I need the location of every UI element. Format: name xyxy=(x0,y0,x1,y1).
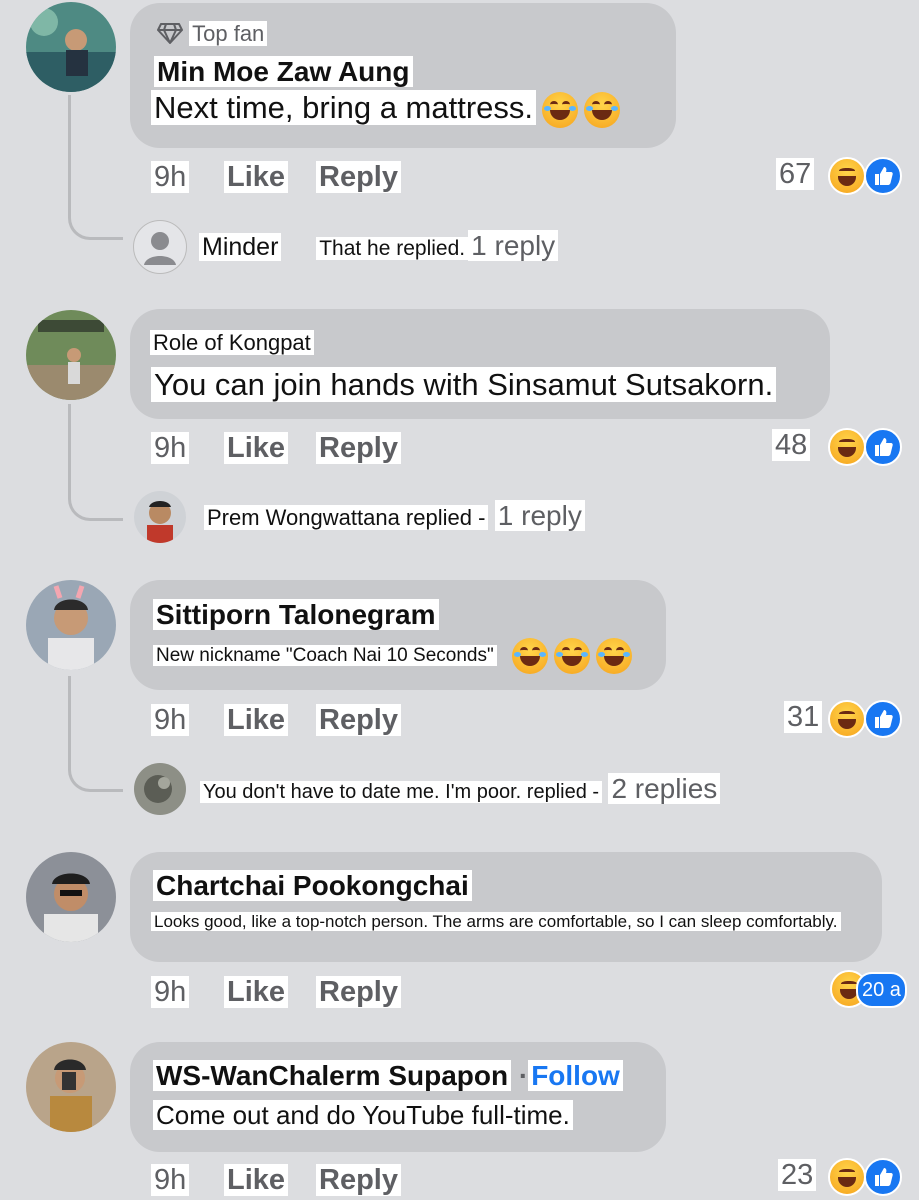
follow-button[interactable]: Follow xyxy=(528,1060,623,1091)
reply-count[interactable]: 2 replies xyxy=(608,773,721,804)
like-reaction-icon xyxy=(864,1158,902,1196)
reply-count[interactable]: 1 reply xyxy=(494,500,585,531)
like-button[interactable]: Like xyxy=(224,432,289,465)
like-button[interactable]: Like xyxy=(224,976,289,1009)
thread-line xyxy=(68,676,123,792)
reaction-count: 20 a xyxy=(856,972,907,1008)
reaction-count: 48 xyxy=(772,429,811,462)
like-reaction-icon xyxy=(864,700,902,738)
reaction-summary[interactable]: 31 xyxy=(784,700,906,740)
avatar[interactable] xyxy=(134,491,186,543)
like-reaction-icon xyxy=(864,157,902,195)
avatar[interactable] xyxy=(26,1042,116,1132)
reply-thread[interactable]: Minder That he replied. 1 reply xyxy=(199,230,559,262)
like-reaction-icon xyxy=(864,428,902,466)
badge-label: Top fan xyxy=(189,21,268,46)
comment-text: Next time, bring a mattress. xyxy=(151,90,621,128)
reply-button[interactable]: Reply xyxy=(316,704,401,737)
top-fan-badge: Top fan xyxy=(157,21,268,50)
reply-thread[interactable]: Prem Wongwattana replied - 1 reply xyxy=(204,500,585,532)
comment-author[interactable]: WS-WanChalerm Supapon · Follow xyxy=(153,1060,623,1092)
comment-author[interactable]: Min Moe Zaw Aung xyxy=(154,56,413,88)
reply-snippet: Prem Wongwattana replied - xyxy=(204,505,489,530)
reply-button[interactable]: Reply xyxy=(316,1164,401,1197)
haha-emoji xyxy=(596,638,632,674)
reply-author: Minder xyxy=(199,233,282,261)
comment-author[interactable]: Chartchai Pookongchai xyxy=(153,870,472,902)
reaction-summary[interactable]: 48 xyxy=(772,428,906,468)
comment-bubble xyxy=(130,1042,666,1152)
reaction-count: 31 xyxy=(784,701,823,734)
comment-timestamp[interactable]: 9h xyxy=(151,161,190,194)
comment-text: You can join hands with Sinsamut Sutsako… xyxy=(151,367,777,403)
reaction-summary[interactable]: 23 xyxy=(778,1158,906,1198)
haha-emoji xyxy=(542,91,579,128)
comment-timestamp[interactable]: 9h xyxy=(151,432,190,465)
avatar[interactable] xyxy=(26,580,116,670)
reaction-count: 23 xyxy=(778,1159,817,1192)
comment-timestamp[interactable]: 9h xyxy=(151,1164,190,1197)
avatar[interactable] xyxy=(26,2,116,92)
reply-snippet: That he replied. xyxy=(316,237,469,260)
reply-thread[interactable]: You don't have to date me. I'm poor. rep… xyxy=(200,773,721,805)
comment-text: New nickname "Coach Nai 10 Seconds" xyxy=(153,638,632,674)
haha-reaction-icon xyxy=(828,700,866,738)
comment-bubble xyxy=(130,852,882,962)
reaction-summary[interactable]: 67 xyxy=(776,157,906,197)
like-button[interactable]: Like xyxy=(224,161,289,194)
comment-text: Come out and do YouTube full-time. xyxy=(153,1100,573,1131)
thread-line xyxy=(68,404,123,521)
reply-button[interactable]: Reply xyxy=(316,976,401,1009)
default-avatar-icon[interactable] xyxy=(133,220,187,274)
haha-emoji xyxy=(584,91,621,128)
thread-line xyxy=(68,95,123,240)
reply-count[interactable]: 1 reply xyxy=(468,230,559,261)
comment-author[interactable]: Role of Kongpat xyxy=(150,330,314,356)
haha-reaction-icon xyxy=(828,1158,866,1196)
haha-reaction-icon xyxy=(828,428,866,466)
reaction-summary[interactable]: 20 a xyxy=(830,970,907,1008)
comment-timestamp[interactable]: 9h xyxy=(151,976,190,1009)
like-button[interactable]: Like xyxy=(224,704,289,737)
reply-button[interactable]: Reply xyxy=(316,432,401,465)
avatar[interactable] xyxy=(26,852,116,942)
comment-timestamp[interactable]: 9h xyxy=(151,704,190,737)
reply-snippet: You don't have to date me. I'm poor. rep… xyxy=(200,781,603,803)
separator: · xyxy=(518,1060,529,1091)
like-button[interactable]: Like xyxy=(224,1164,289,1197)
comment-text: Looks good, like a top-notch person. The… xyxy=(151,912,841,932)
avatar[interactable] xyxy=(134,763,186,815)
comment-author[interactable]: Sittiporn Talonegram xyxy=(153,599,439,631)
diamond-icon xyxy=(157,22,183,50)
haha-emoji xyxy=(512,638,548,674)
avatar[interactable] xyxy=(26,310,116,400)
reply-button[interactable]: Reply xyxy=(316,161,401,194)
haha-reaction-icon xyxy=(828,157,866,195)
haha-emoji xyxy=(554,638,590,674)
reaction-count: 67 xyxy=(776,158,815,191)
